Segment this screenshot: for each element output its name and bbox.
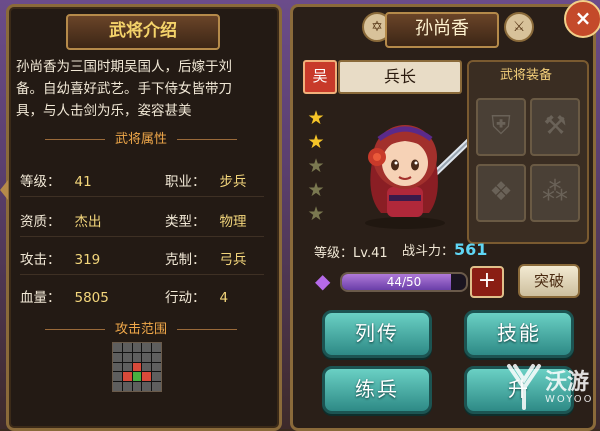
sword-icon[interactable]: ⚔ [504,12,534,42]
attr-aptitude: 资质： 杰出 [20,214,102,230]
attributes-title: 武将属性 [6,128,276,147]
attack-range-grid [112,342,162,392]
divider [20,196,264,197]
attr-attack: 攻击： 319 [20,252,101,268]
star-icon: ★ [307,107,325,129]
star-icon: ★ [307,179,325,201]
equipment-title: 武将装备 [499,68,552,83]
exp-gem-icon: ◆ [315,269,331,293]
skills-button[interactable]: 技能 [464,310,574,358]
attr-type: 类型： 物理 [165,214,247,230]
train-button[interactable]: 练兵 [322,366,432,414]
woyoo-logo-icon [507,364,541,410]
intro-header: 武将介绍 [66,14,220,50]
star-icon: ★ [307,131,325,153]
cape-slot-icon[interactable]: ❖ [476,164,526,222]
woyoo-watermark: 沃游 WOYOO [505,360,600,425]
hero-level: 等级：Lv.41 [314,246,388,261]
shield-slot-icon[interactable]: ⛨ [476,98,526,156]
rank-label: 兵长 [338,60,462,94]
attr-level: 等级： 41 [20,174,92,190]
watermark-brand: 沃游 [545,370,590,395]
beads-slot-icon[interactable]: ⁂ [530,164,580,222]
combat-power: 战斗力：561 [402,240,488,259]
attr-counter: 克制： 弓兵 [165,252,247,268]
divider [20,236,264,237]
axe-slot-icon[interactable]: ⚒ [530,98,580,156]
hero-name: 孙尚香 [385,12,499,48]
attr-class: 职业： 步兵 [165,174,247,190]
range-title: 攻击范围 [6,318,276,337]
divider [20,274,264,275]
close-button[interactable]: × [564,0,600,38]
star-icon: ★ [307,155,325,177]
add-exp-button[interactable]: + [470,266,504,298]
attr-move: 行动： 4 [165,290,229,306]
hero-intro-text: 孙尚香为三国时期吴国人，后嫁于刘备。自幼喜好武艺。手下侍女皆带刀具，与人击剑为乐… [16,59,232,119]
breakthrough-button[interactable]: 突破 [518,264,580,298]
star-icon: ★ [307,203,325,225]
faction-badge: 吴 [303,60,337,94]
left-arrow-icon[interactable] [0,180,8,200]
attr-hp: 血量： 5805 [20,290,109,306]
watermark-sub: WOYOO [545,394,594,405]
biography-button[interactable]: 列传 [322,310,432,358]
exp-text: 44/50 [386,275,422,289]
hero-portrait [365,125,473,229]
